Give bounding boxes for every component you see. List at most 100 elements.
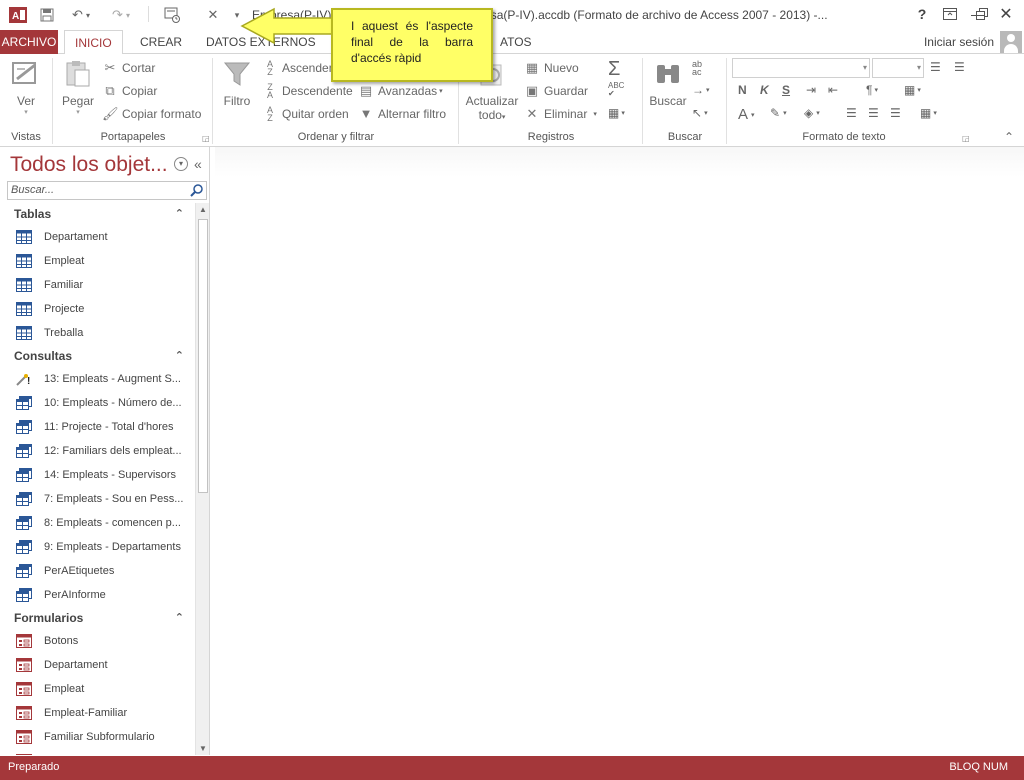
copy-button[interactable]: ⧉ Copiar	[102, 83, 157, 99]
nav-object-item[interactable]: 7: Empleats - Sou en Pess...	[4, 487, 194, 511]
ribbon-home: Ver ▾ Vistas Pegar ▾ ✂ Cortar ⧉ Copiar 🖌 Co…	[0, 54, 1024, 147]
ribbon-display-options-icon[interactable]	[938, 4, 962, 24]
tab-home[interactable]: INICIO	[64, 30, 123, 55]
nav-object-item[interactable]: Empleat	[4, 677, 194, 701]
font-name-combo[interactable]: ▾	[732, 58, 870, 78]
nav-object-label: Departament	[44, 659, 108, 671]
nav-object-item[interactable]: Treballa	[4, 321, 194, 345]
italic-button[interactable]: K	[760, 83, 769, 97]
collapse-group-icon[interactable]: ⌃	[175, 607, 184, 629]
nav-object-item[interactable]: 12: Familiars dels empleat...	[4, 439, 194, 463]
search-icon[interactable]	[190, 183, 204, 197]
nav-object-item[interactable]: Empleat-Familiar	[4, 701, 194, 725]
help-button[interactable]: ?	[910, 4, 934, 24]
replace-button[interactable]: ab ac	[692, 60, 702, 77]
align-center-button[interactable]: ☰	[868, 106, 879, 120]
more-records-button[interactable]: ▦ ▾	[608, 106, 625, 120]
nav-object-item[interactable]: Departament	[4, 225, 194, 249]
save-record-button[interactable]: ▣ Guardar	[524, 83, 588, 99]
bullets-button[interactable]: ☰	[930, 60, 941, 74]
font-color-button[interactable]: A ▾	[738, 106, 755, 123]
nav-group-label: Formularios	[14, 611, 84, 625]
scroll-up-icon[interactable]: ▲	[199, 205, 207, 214]
decrease-indent-button[interactable]: ⇤	[828, 83, 838, 97]
nav-object-item[interactable]: 8: Empleats - comencen p...	[4, 511, 194, 535]
highlight-button[interactable]: ✎ ▾	[770, 106, 787, 120]
tab-create[interactable]: CREAR	[130, 30, 192, 54]
new-record-button[interactable]: ▦ Nuevo	[524, 60, 579, 76]
filter-button[interactable]: Filtro	[218, 58, 256, 108]
nav-pane-title[interactable]: Todos los objet...	[10, 153, 168, 177]
nav-group-header[interactable]: Consultas ⌃	[4, 345, 194, 367]
undo-icon[interactable]: ↶ ▾	[66, 6, 96, 24]
nav-object-label: Empleat-Familiar	[44, 707, 128, 719]
find-button[interactable]: Buscar	[648, 58, 688, 108]
paragraph-direction-button[interactable]: ¶ ▾	[866, 83, 878, 97]
close-database-icon[interactable]: ✕	[204, 6, 222, 24]
group-label-find: Buscar	[667, 131, 703, 143]
nav-object-item[interactable]: Menú principal	[4, 749, 194, 755]
nav-scrollbar[interactable]: ▲ ▼	[195, 203, 209, 755]
paste-button[interactable]: Pegar ▾	[58, 58, 98, 116]
nav-pane-menu-icon[interactable]: ▾	[174, 157, 188, 171]
close-window-icon[interactable]: ✕	[994, 4, 1018, 24]
nav-pane-collapse-icon[interactable]: «	[194, 156, 202, 172]
sort-descending-button[interactable]: Z A Descendente	[262, 83, 353, 100]
toggle-filter-button[interactable]: ▼ Alternar filtro	[358, 106, 446, 122]
align-right-button[interactable]: ☰	[890, 106, 901, 120]
remove-sort-button[interactable]: A Z Quitar orden	[262, 106, 349, 123]
cut-button[interactable]: ✂ Cortar	[102, 60, 156, 76]
font-size-combo[interactable]: ▾	[872, 58, 924, 78]
collapse-ribbon-icon[interactable]: ⌃	[1004, 130, 1014, 144]
spelling-button[interactable]: ABC ✔	[608, 82, 624, 98]
save-icon[interactable]	[38, 6, 56, 24]
clipboard-launcher-icon[interactable]: ◲	[202, 134, 210, 143]
nav-group-header[interactable]: Formularios ⌃	[4, 607, 194, 629]
nav-object-item[interactable]: 11: Projecte - Total d'hores	[4, 415, 194, 439]
increase-indent-button[interactable]: ⇥	[806, 83, 816, 97]
nav-object-item[interactable]: Empleat	[4, 249, 194, 273]
text-format-launcher-icon[interactable]: ◲	[962, 134, 970, 143]
delete-record-button[interactable]: ✕ Eliminar ▾	[524, 106, 597, 122]
scroll-down-icon[interactable]: ▼	[199, 744, 207, 753]
scroll-thumb[interactable]	[198, 219, 208, 493]
bold-button[interactable]: N	[738, 83, 747, 97]
nav-search-input[interactable]: Buscar...	[7, 181, 207, 200]
sign-in-link[interactable]: Iniciar sesión	[924, 35, 994, 49]
totals-button[interactable]: Σ	[608, 58, 620, 81]
fill-color-button[interactable]: ◈ ▾	[804, 106, 820, 120]
gridlines-button[interactable]: ▦ ▾	[904, 83, 921, 97]
format-painter-button[interactable]: 🖌 Copiar formato	[102, 106, 201, 122]
nav-object-item[interactable]: Departament	[4, 653, 194, 677]
nav-object-item[interactable]: Familiar Subformulario	[4, 725, 194, 749]
nav-object-item[interactable]: Projecte	[4, 297, 194, 321]
nav-object-item[interactable]: Familiar	[4, 273, 194, 297]
go-to-button[interactable]: → ▾	[692, 83, 710, 97]
collapse-group-icon[interactable]: ⌃	[175, 203, 184, 225]
select-button[interactable]: ↖ ▾	[692, 106, 708, 120]
restore-icon[interactable]	[970, 4, 994, 24]
collapse-group-icon[interactable]: ⌃	[175, 345, 184, 367]
align-left-button[interactable]: ☰	[846, 106, 857, 120]
nav-object-item[interactable]: 9: Empleats - Departaments	[4, 535, 194, 559]
group-label-text-format: Formato de texto	[802, 131, 886, 143]
nav-object-label: 14: Empleats - Supervisors	[44, 469, 177, 481]
nav-object-item[interactable]: PerAInforme	[4, 583, 194, 607]
alternate-row-color-button[interactable]: ▦ ▾	[920, 106, 937, 120]
advanced-filter-button[interactable]: ▤ Avanzadas ▾	[358, 83, 443, 99]
nav-object-item[interactable]: Botons	[4, 629, 194, 653]
numbering-button[interactable]: ☰	[954, 60, 965, 74]
tab-file[interactable]: ARCHIVO	[0, 30, 58, 54]
nav-object-item[interactable]: PerAEtiquetes	[4, 559, 194, 583]
nav-object-item[interactable]: ! 13: Empleats - Augment S...	[4, 367, 194, 391]
access-app-icon[interactable]: A	[8, 6, 28, 24]
form-view-icon[interactable]	[162, 6, 182, 24]
redo-icon[interactable]: ↷ ▾	[106, 6, 136, 24]
tab-database-tools[interactable]: ATOS	[490, 30, 542, 54]
nav-object-item[interactable]: 10: Empleats - Número de...	[4, 391, 194, 415]
underline-button[interactable]: S	[782, 83, 790, 97]
nav-group-header[interactable]: Tablas ⌃	[4, 203, 194, 225]
nav-object-item[interactable]: 14: Empleats - Supervisors	[4, 463, 194, 487]
view-button[interactable]: Ver ▾	[6, 58, 46, 116]
avatar[interactable]	[1000, 31, 1022, 53]
